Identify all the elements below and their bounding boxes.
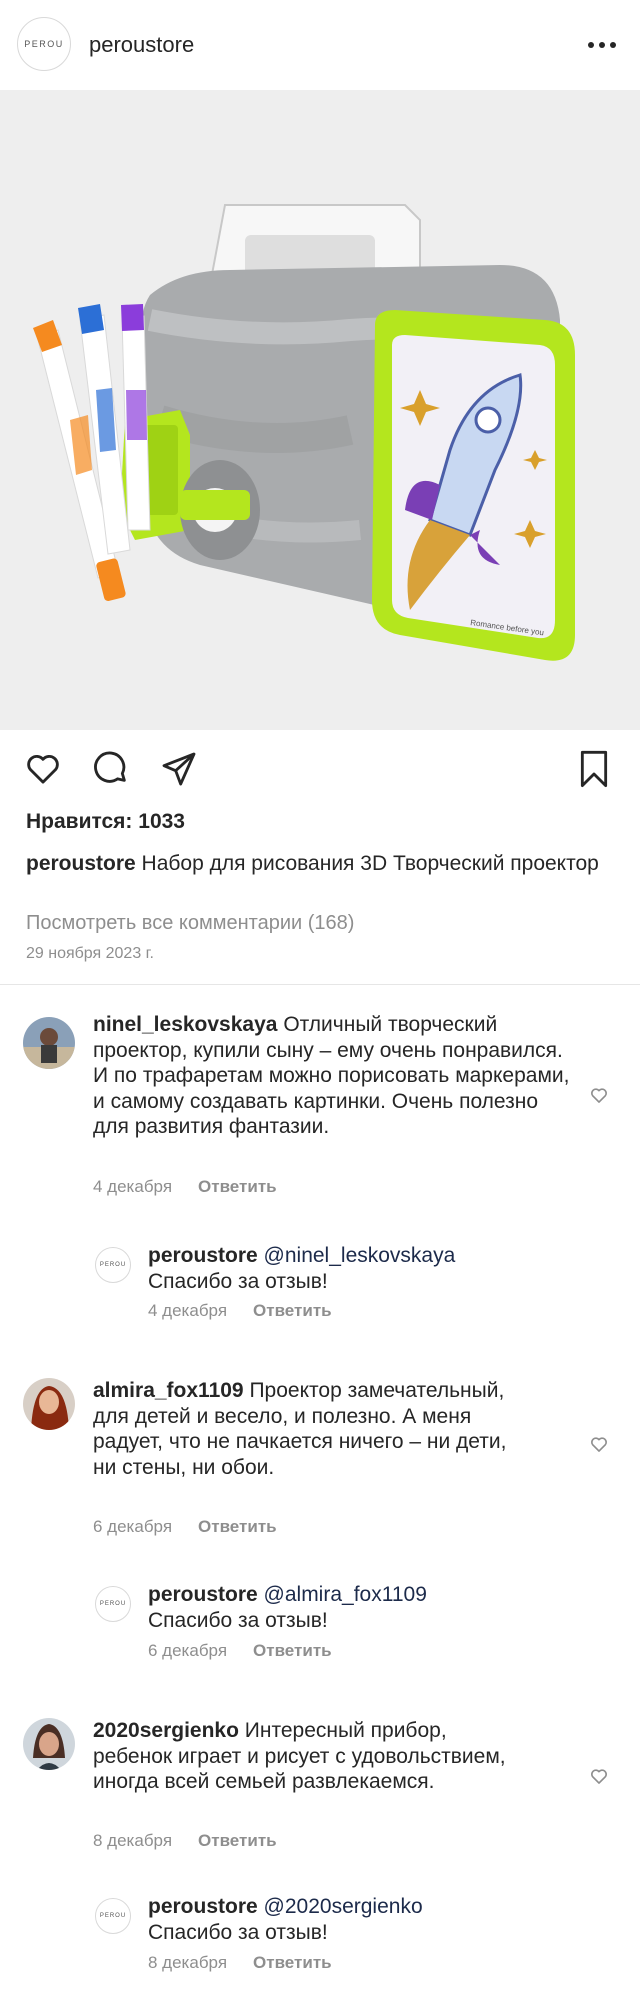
comment-body: Спасибо за отзыв! (148, 1920, 328, 1944)
comment-text: ninel_leskovskaya Отличный творческий пр… (93, 1012, 573, 1140)
share-icon[interactable] (158, 749, 200, 789)
reply-button[interactable]: Ответить (198, 1517, 277, 1536)
comment-username[interactable]: peroustore (148, 1895, 258, 1918)
comment-username[interactable]: almira_fox1109 (93, 1379, 244, 1402)
comment-text: 2020sergienko Интересный прибор, ребенок… (93, 1718, 513, 1795)
view-all-comments-link[interactable]: Посмотреть все комментарии (168) (26, 912, 354, 935)
account-avatar[interactable]: PEROU (17, 17, 71, 71)
reply-item: PEROU peroustore @almira_fox1109 Спасибо … (0, 1582, 640, 1662)
comment-meta: 8 декабря Ответить (93, 1831, 277, 1851)
caption-username[interactable]: peroustore (26, 852, 136, 875)
reply-button[interactable]: Ответить (253, 1953, 332, 1972)
avatar[interactable] (23, 1017, 75, 1069)
mention-link[interactable]: @almira_fox1109 (264, 1583, 427, 1606)
comment-meta: 6 декабря Ответить (93, 1517, 277, 1537)
avatar[interactable]: PEROU (95, 1898, 131, 1934)
comment-username[interactable]: ninel_leskovskaya (93, 1013, 277, 1036)
comment-item: 2020sergienko Интересный прибор, ребенок… (0, 1718, 640, 1851)
comment-meta: 8 декабря Ответить (148, 1953, 332, 1973)
reply-item: PEROU peroustore @ninel_leskovskaya Спаси… (0, 1243, 640, 1323)
logo-text: PEROU (99, 1913, 127, 1919)
comment-meta: 4 декабря Ответить (93, 1177, 277, 1197)
reply-button[interactable]: Ответить (198, 1831, 277, 1850)
bookmark-icon[interactable] (574, 748, 614, 790)
comment-username[interactable]: peroustore (148, 1244, 258, 1267)
header-username[interactable]: peroustore (89, 32, 194, 58)
comment-date: 6 декабря (148, 1641, 228, 1660)
reply-item: PEROU peroustore @2020sergienko Спасибо з… (0, 1894, 640, 1974)
comment-date: 4 декабря (148, 1301, 228, 1320)
comment-body: Спасибо за отзыв! (148, 1608, 328, 1632)
avatar[interactable] (23, 1378, 75, 1430)
likes-count[interactable]: Нравится: 1033 (26, 810, 185, 834)
comment-username[interactable]: peroustore (148, 1583, 258, 1606)
mention-link[interactable]: @ninel_leskovskaya (264, 1244, 456, 1267)
caption-text: Набор для рисования 3D Творческий проект… (141, 852, 599, 875)
logo-text: PEROU (24, 39, 64, 49)
comment-item: almira_fox1109 Проектор замечательный, д… (0, 1378, 640, 1538)
post-date: 29 ноября 2023 г. (26, 945, 154, 962)
avatar[interactable]: PEROU (95, 1586, 131, 1622)
reply-button[interactable]: Ответить (198, 1177, 277, 1196)
projector-illustration: Romance before you (33, 204, 575, 661)
heart-icon[interactable] (588, 1766, 610, 1786)
comment-date: 4 декабря (93, 1177, 173, 1196)
logo-text: PEROU (99, 1601, 127, 1607)
comment-date: 8 декабря (148, 1953, 228, 1972)
post-header: PEROU peroustore (0, 0, 640, 90)
comment-text: almira_fox1109 Проектор замечательный, д… (93, 1378, 533, 1480)
reply-button[interactable]: Ответить (253, 1641, 332, 1660)
comment-date: 6 декабря (93, 1517, 173, 1536)
action-bar (0, 730, 640, 808)
comment-text: peroustore @almira_fox1109 Спасибо за отз… (148, 1582, 588, 1633)
avatar[interactable]: PEROU (95, 1247, 131, 1283)
more-horizontal-icon[interactable] (588, 42, 616, 48)
comment-icon[interactable] (90, 749, 130, 789)
reply-button[interactable]: Ответить (253, 1301, 332, 1320)
comment-date: 8 декабря (93, 1831, 173, 1850)
comment-meta: 6 декабря Ответить (148, 1641, 332, 1661)
mention-link[interactable]: @2020sergienko (264, 1895, 423, 1918)
heart-icon[interactable] (588, 1085, 610, 1105)
comment-body: Спасибо за отзыв! (148, 1269, 328, 1293)
avatar[interactable] (23, 1718, 75, 1770)
comment-username[interactable]: 2020sergienko (93, 1719, 239, 1742)
post-caption: peroustore Набор для рисования 3D Творче… (26, 849, 616, 879)
logo-text: PEROU (99, 1262, 127, 1268)
heart-icon[interactable] (588, 1434, 610, 1454)
divider (0, 984, 640, 985)
comment-item: ninel_leskovskaya Отличный творческий пр… (0, 1012, 640, 1202)
heart-icon[interactable] (22, 748, 64, 788)
comment-text: peroustore @2020sergienko Спасибо за отзы… (148, 1894, 588, 1945)
comment-text: peroustore @ninel_leskovskaya Спасибо за … (148, 1243, 588, 1294)
comment-meta: 4 декабря Ответить (148, 1301, 332, 1321)
post-image[interactable]: Romance before you (0, 90, 640, 730)
